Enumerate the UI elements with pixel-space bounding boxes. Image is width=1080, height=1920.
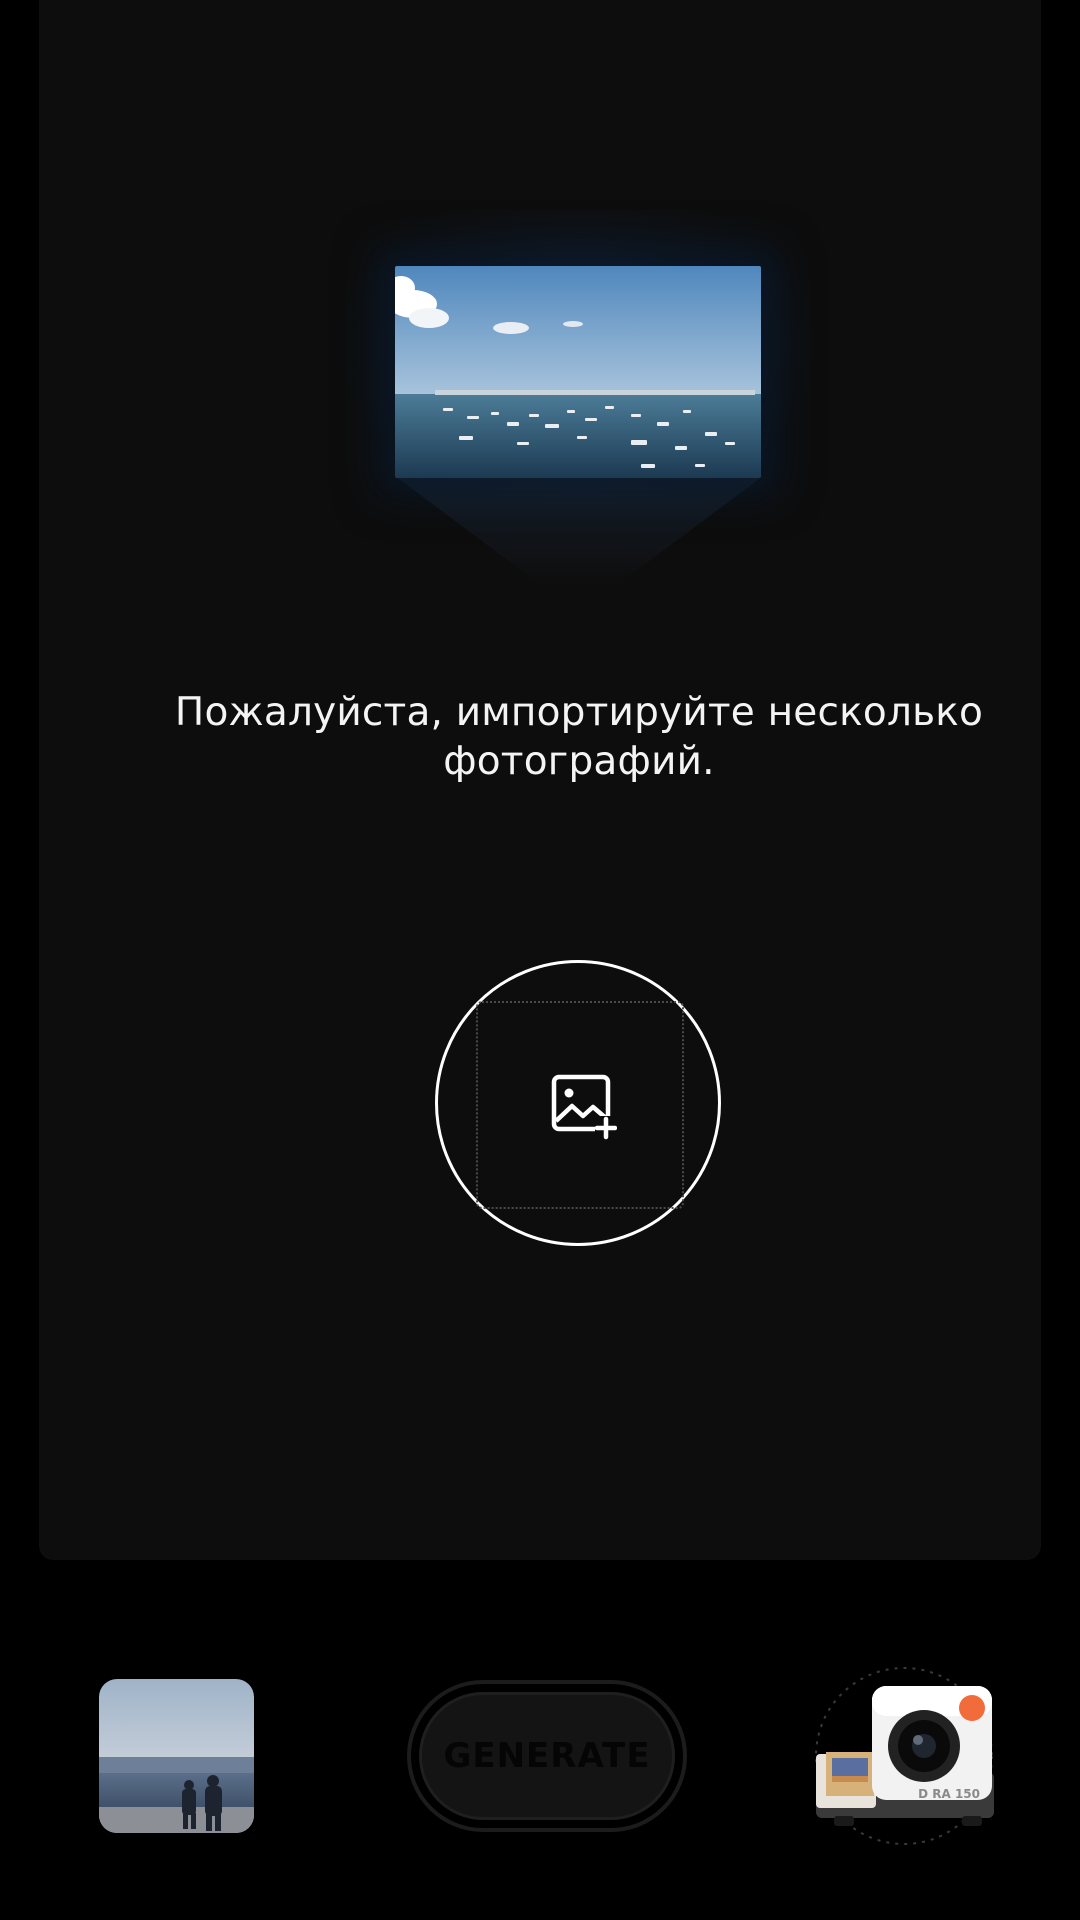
- camera-selector-button[interactable]: D RA 150: [812, 1664, 998, 1846]
- app-screen: Пожалуйста, импортируйте несколько фотог…: [0, 0, 1080, 1920]
- image-add-icon: [551, 1074, 617, 1140]
- generate-button[interactable]: GENERATE: [407, 1680, 687, 1832]
- projected-sample-photo: [395, 266, 761, 478]
- import-prompt-message: Пожалуйста, импортируйте несколько фотог…: [174, 690, 984, 784]
- generate-button-label: GENERATE: [443, 1736, 651, 1776]
- generate-button-body: GENERATE: [419, 1692, 675, 1820]
- instant-camera-icon: D RA 150: [815, 1667, 994, 1845]
- import-photos-button[interactable]: [435, 960, 721, 1246]
- camera-model-label: D RA 150: [918, 1787, 980, 1801]
- projector-illustration: [339, 210, 819, 586]
- preview-panel: Пожалуйста, импортируйте несколько фотог…: [39, 0, 1041, 1560]
- projector-beam: [395, 476, 763, 586]
- recent-photo-thumbnail[interactable]: [99, 1679, 254, 1833]
